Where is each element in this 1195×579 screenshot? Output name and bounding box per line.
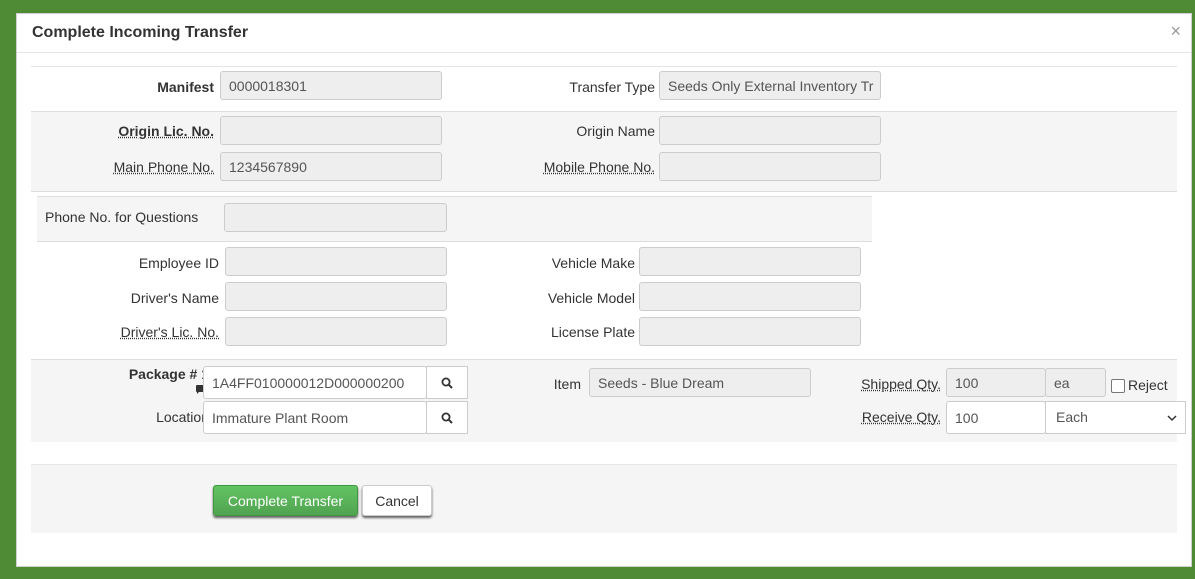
- origin-name-label: Origin Name: [576, 123, 655, 139]
- license-plate-input[interactable]: [639, 317, 861, 346]
- shipped-qty-label: Shipped Qty.: [831, 376, 941, 392]
- questions-section: Phone No. for Questions: [37, 196, 872, 242]
- reject-checkbox[interactable]: [1111, 379, 1125, 393]
- location-label: Location: [156, 409, 209, 425]
- package-section: Package # 1 1A4FF010000012D000000200 Ite…: [31, 359, 1186, 442]
- origin-lic-label-text: Origin Lic. No.: [118, 123, 214, 139]
- receive-unit-select[interactable]: Each: [1045, 401, 1186, 434]
- mobile-phone-label-text: Mobile Phone No.: [543, 159, 655, 175]
- item-field: Seeds - Blue Dream: [589, 368, 811, 397]
- origin-lic-field: [220, 116, 442, 145]
- main-phone-label-text: Main Phone No.: [113, 159, 214, 175]
- mobile-phone-field: [659, 152, 881, 181]
- shipped-qty-field: 100: [946, 368, 1046, 397]
- receive-unit-value: Each: [1056, 409, 1088, 425]
- dialog-header: Complete Incoming Transfer ×: [17, 14, 1191, 53]
- driver-section: Employee ID Vehicle Make Driver's Name V…: [31, 242, 1177, 358]
- drivers-lic-label-text: Driver's Lic. No.: [120, 324, 219, 340]
- reject-label: Reject: [1128, 377, 1168, 393]
- close-icon[interactable]: ×: [1170, 21, 1181, 42]
- phone-questions-label: Phone No. for Questions: [45, 209, 199, 225]
- mobile-phone-label: Mobile Phone No.: [501, 159, 655, 175]
- receive-qty-label-text: Receive Qty.: [861, 409, 941, 425]
- manifest-label: Manifest: [157, 79, 214, 95]
- transfer-type-label: Transfer Type: [569, 79, 655, 95]
- main-phone-field: 1234567890: [220, 152, 442, 181]
- drivers-name-label: Driver's Name: [130, 290, 219, 306]
- transfer-type-field: Seeds Only External Inventory Tr: [659, 71, 881, 100]
- cancel-button[interactable]: Cancel: [362, 485, 432, 516]
- vehicle-model-label: Vehicle Model: [547, 290, 635, 306]
- origin-section: Origin Lic. No. Origin Name Main Phone N…: [31, 112, 1177, 192]
- location-input[interactable]: Immature Plant Room: [203, 401, 427, 434]
- location-search-button[interactable]: [426, 401, 468, 434]
- package-input[interactable]: 1A4FF010000012D000000200: [203, 366, 427, 399]
- vehicle-make-input[interactable]: [639, 247, 861, 276]
- main-phone-label: Main Phone No.: [71, 159, 214, 175]
- employee-id-input[interactable]: [225, 247, 447, 276]
- drivers-lic-input[interactable]: [225, 317, 447, 346]
- employee-id-label: Employee ID: [138, 255, 219, 271]
- complete-transfer-button[interactable]: Complete Transfer: [213, 485, 358, 516]
- receive-qty-label: Receive Qty.: [831, 409, 941, 425]
- vehicle-make-label: Vehicle Make: [551, 255, 635, 271]
- chevron-down-icon: [1167, 415, 1177, 422]
- search-icon: [441, 412, 453, 424]
- drivers-lic-label: Driver's Lic. No.: [71, 324, 219, 340]
- item-label: Item: [553, 376, 581, 392]
- complete-transfer-dialog: Complete Incoming Transfer × Manifest 00…: [16, 13, 1192, 567]
- shipped-unit-field: ea: [1045, 368, 1106, 397]
- shipped-qty-label-text: Shipped Qty.: [861, 376, 941, 392]
- package-label: Package # 1: [128, 366, 209, 382]
- actions-section: Complete Transfer Cancel: [31, 464, 1177, 533]
- manifest-field: 0000018301: [220, 71, 442, 100]
- manifest-section: Manifest 0000018301 Transfer Type Seeds …: [31, 66, 1177, 113]
- origin-name-field: [659, 116, 881, 145]
- phone-questions-input[interactable]: [224, 203, 447, 232]
- package-search-button[interactable]: [426, 366, 468, 399]
- license-plate-label: License Plate: [550, 324, 635, 340]
- search-icon: [441, 377, 453, 389]
- dialog-title: Complete Incoming Transfer: [32, 24, 249, 41]
- origin-lic-label: Origin Lic. No.: [71, 123, 214, 139]
- vehicle-model-input[interactable]: [639, 282, 861, 311]
- receive-qty-input[interactable]: 100: [946, 401, 1046, 434]
- drivers-name-input[interactable]: [225, 282, 447, 311]
